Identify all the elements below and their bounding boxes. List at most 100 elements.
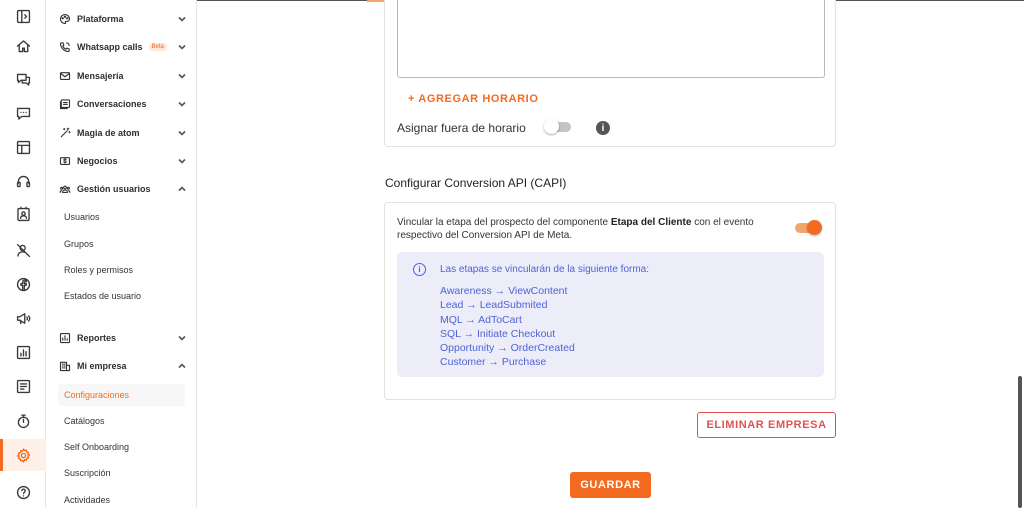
sidebar-item-whatsapp-calls[interactable]: Whatsapp calls Beta bbox=[46, 34, 197, 60]
schedule-text-area[interactable] bbox=[397, 0, 825, 78]
bar-chart-icon bbox=[16, 345, 30, 359]
mapping-item: Customer → Purchase bbox=[440, 356, 547, 369]
list-icon bbox=[16, 379, 30, 393]
phone-icon bbox=[59, 42, 70, 53]
mapping-item: Awareness → ViewContent bbox=[440, 285, 568, 297]
headset-icon bbox=[16, 175, 30, 187]
sidebar-subitem-grupos[interactable]: Grupos bbox=[58, 233, 185, 255]
sidebar-subitem-catalogos[interactable]: Catálogos bbox=[58, 410, 185, 432]
capi-description-bold: Etapa del Cliente bbox=[610, 217, 692, 228]
sidebar-item-mensajeria[interactable]: Mensajería bbox=[46, 63, 197, 89]
collapse-sidebar-icon bbox=[16, 9, 30, 23]
user-off-icon bbox=[16, 243, 30, 257]
capi-toggle[interactable] bbox=[795, 220, 822, 235]
toggle-knob bbox=[807, 220, 822, 235]
rail-item-timer[interactable] bbox=[0, 405, 46, 437]
sidebar-item-label: Negocios bbox=[77, 156, 118, 166]
mail-icon bbox=[59, 72, 71, 80]
capi-mapping-list: Awareness → ViewContent Lead → LeadSubmi… bbox=[440, 284, 575, 370]
chat-list-icon bbox=[59, 99, 71, 110]
rail-item-user-off[interactable] bbox=[0, 234, 46, 266]
sidebar-subitem-estados-de-usuario[interactable]: Estados de usuario bbox=[58, 285, 185, 307]
scrollbar[interactable] bbox=[1018, 376, 1022, 508]
rail-item-contact-card[interactable] bbox=[0, 198, 46, 230]
delete-company-button[interactable]: ELIMINAR EMPRESA bbox=[697, 412, 836, 438]
mapping-item: MQL → AdToCart bbox=[440, 313, 522, 326]
chevron-up-icon bbox=[178, 186, 186, 192]
info-icon[interactable]: i bbox=[596, 121, 610, 135]
sidebar-subitem-actividades[interactable]: Actividades bbox=[58, 489, 185, 508]
sidebar-item-plataforma[interactable]: Plataforma bbox=[46, 6, 197, 32]
home-icon bbox=[16, 39, 30, 52]
megaphone-icon bbox=[16, 312, 30, 324]
settings-sidebar: Plataforma Whatsapp calls Beta Mensajerí… bbox=[46, 0, 197, 508]
add-schedule-button[interactable]: + AGREGAR HORARIO bbox=[408, 93, 539, 105]
rail-item-settings[interactable] bbox=[0, 439, 46, 471]
contact-card-icon bbox=[16, 206, 30, 221]
schedule-card: + AGREGAR HORARIO Asignar fuera de horar… bbox=[384, 0, 836, 147]
sidebar-subitem-configuraciones[interactable]: Configuraciones bbox=[58, 384, 185, 406]
sidebar-item-label: Conversaciones bbox=[77, 99, 147, 109]
sidebar-item-label: Plataforma bbox=[77, 14, 124, 24]
assign-outside-hours-toggle[interactable] bbox=[544, 119, 571, 134]
sidebar-subitem-self-onboarding[interactable]: Self Onboarding bbox=[58, 436, 185, 458]
sidebar-subitem-usuarios[interactable]: Usuarios bbox=[58, 206, 185, 228]
report-icon bbox=[59, 332, 71, 344]
layout-icon bbox=[16, 140, 30, 154]
rail-item-list[interactable] bbox=[0, 370, 46, 402]
palette-icon bbox=[59, 13, 71, 25]
sidebar-subitem-roles-y-permisos[interactable]: Roles y permisos bbox=[58, 259, 185, 281]
timer-icon bbox=[17, 413, 29, 428]
sidebar-item-label: Magia de atom bbox=[77, 128, 140, 138]
sidebar-subitem-suscripcion[interactable]: Suscripción bbox=[58, 462, 185, 484]
capi-description: Vincular la etapa del prospecto del comp… bbox=[397, 216, 777, 242]
sidebar-item-label: Mensajería bbox=[77, 71, 124, 81]
assign-outside-hours-label: Asignar fuera de horario bbox=[397, 121, 526, 135]
money-icon bbox=[59, 157, 71, 165]
chat-bubble-icon bbox=[16, 107, 30, 120]
building-icon bbox=[59, 361, 71, 372]
rail-item-facebook[interactable] bbox=[0, 268, 46, 300]
sidebar-item-label: Gestión usuarios bbox=[77, 184, 151, 194]
capi-info-intro: Las etapas se vincularán de la siguiente… bbox=[440, 264, 650, 275]
capi-card: Vincular la etapa del prospecto del comp… bbox=[384, 202, 836, 400]
sidebar-item-gestion-usuarios[interactable]: Gestión usuarios bbox=[46, 176, 197, 202]
capi-section-title: Configurar Conversion API (CAPI) bbox=[385, 176, 567, 190]
chevron-up-icon bbox=[178, 363, 186, 369]
sidebar-item-conversaciones[interactable]: Conversaciones bbox=[46, 91, 197, 117]
toggle-knob bbox=[544, 119, 559, 134]
rail-item-home[interactable] bbox=[0, 30, 46, 62]
help-icon bbox=[16, 485, 30, 499]
rail-item-megaphone[interactable] bbox=[0, 302, 46, 334]
capi-description-text: Vincular la etapa del prospecto del comp… bbox=[397, 217, 611, 228]
rail-item-collapse-sidebar[interactable] bbox=[0, 0, 46, 32]
chevron-down-icon bbox=[178, 130, 186, 136]
rail-item-bar-chart[interactable] bbox=[0, 336, 46, 368]
mapping-item: Opportunity → OrderCreated bbox=[440, 342, 575, 355]
mapping-item: SQL → Initiate Checkout bbox=[440, 327, 556, 340]
save-button[interactable]: GUARDAR bbox=[570, 472, 651, 498]
chevron-down-icon bbox=[178, 335, 186, 341]
chevron-down-icon bbox=[178, 73, 186, 79]
sidebar-item-reportes[interactable]: Reportes bbox=[46, 325, 197, 351]
chevron-down-icon bbox=[178, 158, 186, 164]
chevron-down-icon bbox=[178, 101, 186, 107]
sidebar-item-negocios[interactable]: Negocios bbox=[46, 148, 197, 174]
facebook-icon bbox=[16, 277, 30, 291]
rail-item-headset[interactable] bbox=[0, 165, 46, 197]
info-icon: i bbox=[413, 263, 426, 276]
sidebar-item-mi-empresa[interactable]: Mi empresa bbox=[46, 353, 197, 379]
rail-item-help[interactable] bbox=[0, 476, 46, 508]
chevron-down-icon bbox=[178, 44, 186, 50]
conversations-icon bbox=[16, 73, 30, 86]
rail-item-layout[interactable] bbox=[0, 131, 46, 163]
sidebar-item-magia-de-atom[interactable]: Magia de atom bbox=[46, 120, 197, 146]
rail-item-chat-bubble[interactable] bbox=[0, 97, 46, 129]
capi-info-box: i Las etapas se vincularán de la siguien… bbox=[397, 252, 824, 377]
rail-item-conversations[interactable] bbox=[0, 63, 46, 95]
beta-badge: Beta bbox=[148, 43, 167, 51]
sidebar-item-label: Reportes bbox=[77, 333, 117, 343]
users-icon bbox=[59, 185, 71, 193]
chevron-down-icon bbox=[178, 16, 186, 22]
sidebar-item-label: Mi empresa bbox=[77, 361, 127, 371]
